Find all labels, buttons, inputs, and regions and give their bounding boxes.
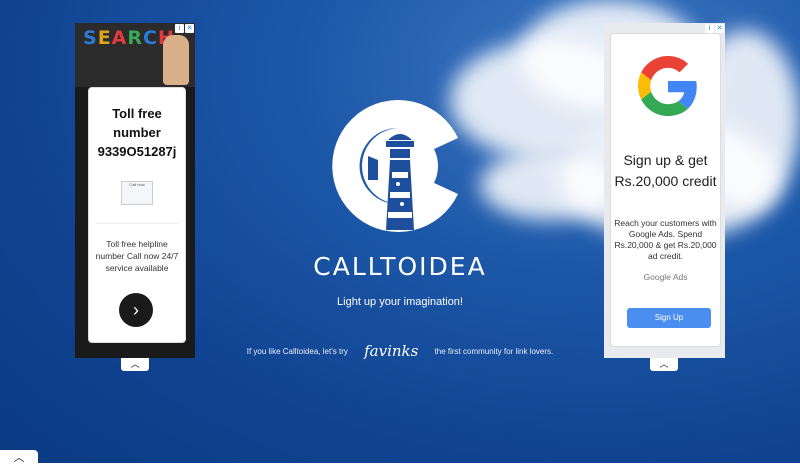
call-screenshot-thumbnail: Call now [121, 181, 153, 205]
right-ad-brand: Google Ads [643, 272, 688, 282]
google-ads-card[interactable]: Sign up & get Rs.20,000 credit Reach you… [610, 33, 721, 347]
promo-suffix: the first community for link lovers. [434, 347, 554, 356]
left-ad[interactable]: SEARCH i ✕ Toll free number 9339O51287j … [75, 23, 195, 358]
close-icon[interactable]: ✕ [715, 24, 724, 33]
site-tagline: Light up your imagination! [337, 296, 463, 308]
right-ad[interactable]: i ✕ Sign up & get Rs.20,000 credit Reach… [604, 23, 725, 358]
next-button[interactable]: › [119, 293, 153, 327]
close-icon[interactable]: ✕ [185, 24, 194, 33]
divider [95, 223, 179, 224]
favinks-link[interactable]: favinks [364, 342, 418, 360]
sign-up-button[interactable]: Sign Up [627, 308, 711, 328]
right-ad-headline: Sign up & get Rs.20,000 credit [614, 152, 717, 189]
bottom-bar [0, 463, 800, 470]
site-name: CALLTOIDEA [313, 252, 487, 281]
promo-line: If you like Calltoidea, let's try favink… [0, 342, 800, 360]
chevron-up-icon: ︿ [13, 452, 25, 464]
hand-image [163, 35, 189, 85]
chevron-up-icon: ︿ [130, 359, 140, 369]
left-ad-card[interactable]: Toll free number 9339O51287j Call now To… [88, 87, 186, 343]
calltoidea-logo-icon [332, 100, 458, 232]
info-icon[interactable]: i [175, 24, 184, 33]
google-g-logo-icon [638, 56, 697, 116]
expand-bottom-button[interactable]: ︿ [0, 450, 38, 466]
left-ad-title: Toll free number 9339O51287j [97, 106, 177, 159]
info-icon[interactable]: i [705, 24, 714, 33]
chevron-up-icon: ︿ [659, 359, 669, 369]
right-ad-description: Reach your customers with Google Ads. Sp… [614, 218, 717, 261]
left-ad-description: Toll free helpline number Call now 24/7 … [95, 239, 179, 273]
search-banner-text: SEARCH [83, 27, 174, 49]
chevron-right-icon: › [133, 300, 139, 320]
promo-prefix: If you like Calltoidea, let's try [246, 347, 348, 356]
mini-screen-text: Call now [129, 182, 145, 187]
